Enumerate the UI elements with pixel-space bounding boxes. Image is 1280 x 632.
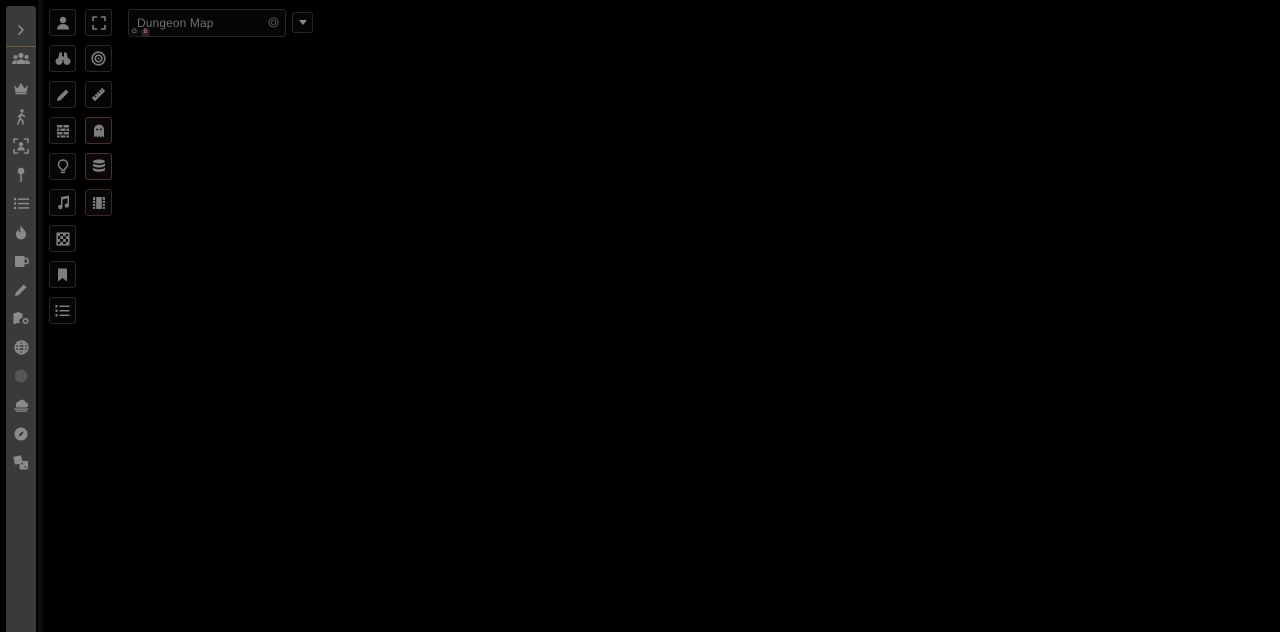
database-icon — [92, 159, 105, 172]
pencil-icon — [15, 284, 27, 296]
sidebar-item-dice[interactable] — [6, 448, 36, 477]
walking-person-icon — [17, 109, 26, 125]
fire-icon — [16, 225, 26, 240]
grid-tool-button[interactable] — [49, 225, 76, 252]
map-dropdown-button[interactable] — [292, 12, 313, 33]
map-pin-icon — [17, 167, 25, 182]
target-icon — [91, 51, 106, 66]
ghost-icon — [93, 124, 104, 137]
checkerboard-icon — [55, 231, 70, 246]
ghost-tool-button[interactable] — [85, 117, 112, 144]
info-icon — [14, 369, 28, 383]
list-icon — [13, 197, 29, 209]
lightbulb-icon — [57, 159, 68, 174]
target-tool-button[interactable] — [85, 45, 112, 72]
chevron-right-icon — [18, 25, 24, 35]
person-icon — [56, 16, 69, 29]
music-tool-button[interactable] — [49, 189, 76, 216]
pencil-icon — [56, 89, 68, 101]
map-settings-icon — [13, 312, 29, 325]
sidebar-toggle-button[interactable] — [6, 14, 36, 47]
wall-tool-button[interactable] — [49, 117, 76, 144]
sidebar-item-globe[interactable] — [6, 333, 36, 362]
music-note-icon — [57, 195, 69, 210]
numbered-list-icon — [55, 304, 70, 316]
bookmark-icon — [58, 268, 67, 281]
light-tool-button[interactable] — [49, 153, 76, 180]
cloud-icon — [14, 399, 29, 412]
fullscreen-button[interactable] — [85, 9, 112, 36]
film-icon — [92, 196, 105, 209]
sidebar-item-map-settings[interactable] — [6, 304, 36, 333]
checklist-tool-button[interactable] — [49, 297, 76, 324]
sidebar-item-cloud[interactable] — [6, 391, 36, 420]
measure-tool-button[interactable] — [85, 81, 112, 108]
binoculars-icon — [55, 52, 70, 65]
map-badges: G B — [130, 28, 150, 37]
locate-icon[interactable] — [268, 17, 279, 28]
sidebar-item-walk[interactable] — [6, 103, 36, 132]
sidebar-item-face-scan[interactable] — [6, 131, 36, 160]
sidebar-item-compass[interactable] — [6, 419, 36, 448]
dice-icon — [13, 455, 28, 470]
sidebar — [6, 6, 36, 632]
expand-icon — [91, 15, 106, 30]
sidebar-item-list[interactable] — [6, 189, 36, 218]
sidebar-item-info[interactable] — [6, 362, 36, 391]
database-tool-button[interactable] — [85, 153, 112, 180]
sidebar-item-crown[interactable] — [6, 74, 36, 103]
ruler-icon — [91, 87, 106, 102]
globe-icon — [13, 340, 29, 355]
bookmark-tool-button[interactable] — [49, 261, 76, 288]
sidebar-divider — [38, 0, 43, 632]
draw-tool-button[interactable] — [49, 81, 76, 108]
fog-tool-button[interactable] — [49, 45, 76, 72]
sidebar-item-mug[interactable] — [6, 247, 36, 276]
sidebar-item-fire[interactable] — [6, 218, 36, 247]
sidebar-item-pencil[interactable] — [6, 275, 36, 304]
brick-wall-icon — [56, 124, 69, 137]
crown-icon — [14, 83, 28, 95]
map-selector[interactable]: Dungeon Map — [128, 9, 286, 37]
face-scan-icon — [13, 137, 29, 154]
badge-g: G — [130, 28, 139, 37]
sidebar-item-party[interactable] — [6, 45, 36, 74]
video-tool-button[interactable] — [85, 189, 112, 216]
party-icon — [12, 53, 30, 65]
compass-icon — [14, 427, 28, 441]
mug-icon — [14, 255, 29, 267]
caret-down-icon — [298, 20, 307, 25]
token-tool-button[interactable] — [49, 9, 76, 36]
sidebar-item-pin[interactable] — [6, 160, 36, 189]
badge-b: B — [141, 28, 150, 37]
